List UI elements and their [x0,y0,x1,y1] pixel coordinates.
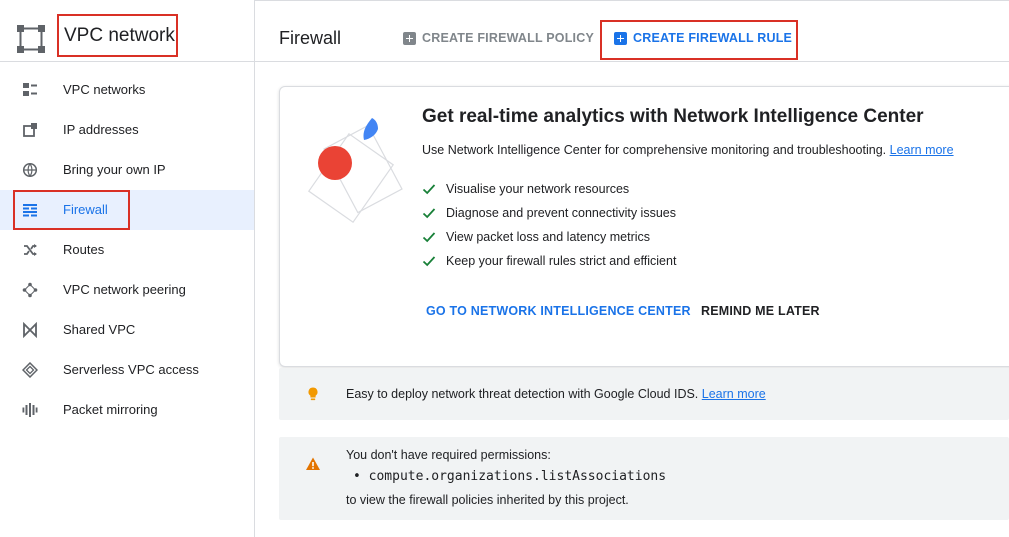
promo-description-text: Use Network Intelligence Center for comp… [422,143,887,157]
check-icon [422,208,436,219]
sidebar-item-label: Firewall [63,202,108,217]
list-item: View packet loss and latency metrics [422,225,676,249]
sidebar: VPC network VPC networks IP addresses Br… [0,0,255,537]
checklist-item-text: Keep your firewall rules strict and effi… [446,254,677,268]
sidebar-item-packet-mirroring[interactable]: Packet mirroring [0,390,254,430]
ip-addresses-icon [23,123,37,137]
checklist-item-text: Diagnose and prevent connectivity issues [446,206,676,220]
promo-title: Get real-time analytics with Network Int… [422,106,924,127]
remind-me-later-button[interactable]: REMIND ME LATER [701,304,820,318]
vpc-network-icon [17,25,45,53]
list-item: Diagnose and prevent connectivity issues [422,201,676,225]
network-intelligence-promo-card: Get real-time analytics with Network Int… [279,86,1009,367]
permission-warning-banner: You don't have required permissions: • c… [279,437,1009,520]
create-firewall-rule-label: CREATE FIREWALL RULE [633,31,793,45]
sidebar-item-label: IP addresses [63,122,139,137]
sidebar-item-label: Packet mirroring [63,402,158,417]
list-item: Keep your firewall rules strict and effi… [422,249,676,273]
sidebar-item-firewall[interactable]: Firewall [0,190,254,230]
permission-message: You don't have required permissions: [346,448,551,462]
checklist-item-text: Visualise your network resources [446,182,630,196]
sidebar-item-ip-addresses[interactable]: IP addresses [0,110,254,150]
shared-vpc-icon [23,322,37,338]
check-icon [422,232,436,243]
serverless-icon [22,362,38,378]
sidebar-item-bring-your-own-ip[interactable]: Bring your own IP [0,150,254,190]
globe-icon [22,162,38,178]
promo-checklist: Visualise your network resources Diagnos… [422,177,676,273]
permission-context: to view the firewall policies inherited … [346,493,629,507]
product-title: VPC network [57,14,178,57]
cloud-ids-banner: Easy to deploy network threat detection … [279,368,1009,420]
sidebar-nav: VPC networks IP addresses Bring your own… [0,70,254,430]
cloud-ids-message: Easy to deploy network threat detection … [346,387,699,401]
page-title: Firewall [279,28,342,48]
vpc-networks-icon [23,83,37,96]
go-to-network-intelligence-center-button[interactable]: GO TO NETWORK INTELLIGENCE CENTER [426,304,691,318]
sidebar-item-vpc-network-peering[interactable]: VPC network peering [0,270,254,310]
cloud-ids-text: Easy to deploy network threat detection … [346,387,766,401]
sidebar-item-label: Shared VPC [63,322,136,337]
firewall-icon [23,204,37,217]
network-intelligence-illustration [307,118,403,223]
sidebar-item-shared-vpc[interactable]: Shared VPC [0,310,254,350]
create-firewall-policy-label: CREATE FIREWALL POLICY [422,31,594,45]
sidebar-item-serverless-vpc-access[interactable]: Serverless VPC access [0,350,254,390]
promo-learn-more-link[interactable]: Learn more [890,143,954,157]
warning-icon [306,457,320,470]
check-icon [422,256,436,267]
promo-description: Use Network Intelligence Center for comp… [422,143,954,157]
permission-name: • compute.organizations.listAssociations [353,469,667,484]
sidebar-item-routes[interactable]: Routes [0,230,254,270]
sidebar-item-label: Serverless VPC access [63,362,199,377]
add-box-icon [614,31,627,45]
check-icon [422,184,436,195]
packet-mirroring-icon [22,403,38,417]
sidebar-item-label: Bring your own IP [63,162,166,177]
cloud-ids-learn-more-link[interactable]: Learn more [702,387,766,401]
sidebar-item-label: VPC network peering [63,282,186,297]
create-firewall-policy-button[interactable]: CREATE FIREWALL POLICY [403,31,594,45]
peering-icon [22,282,38,298]
sidebar-item-label: VPC networks [63,82,146,97]
checklist-item-text: View packet loss and latency metrics [446,230,651,244]
sidebar-item-vpc-networks[interactable]: VPC networks [0,70,254,110]
sidebar-item-label: Routes [63,242,105,257]
sidebar-header: VPC network [0,0,255,62]
lightbulb-icon [308,387,318,401]
routes-icon [24,244,37,256]
create-firewall-rule-button[interactable]: CREATE FIREWALL RULE [614,31,792,45]
list-item: Visualise your network resources [422,177,676,201]
page-toolbar: Firewall CREATE FIREWALL POLICY CREATE F… [255,0,1009,62]
add-box-icon [403,31,416,45]
